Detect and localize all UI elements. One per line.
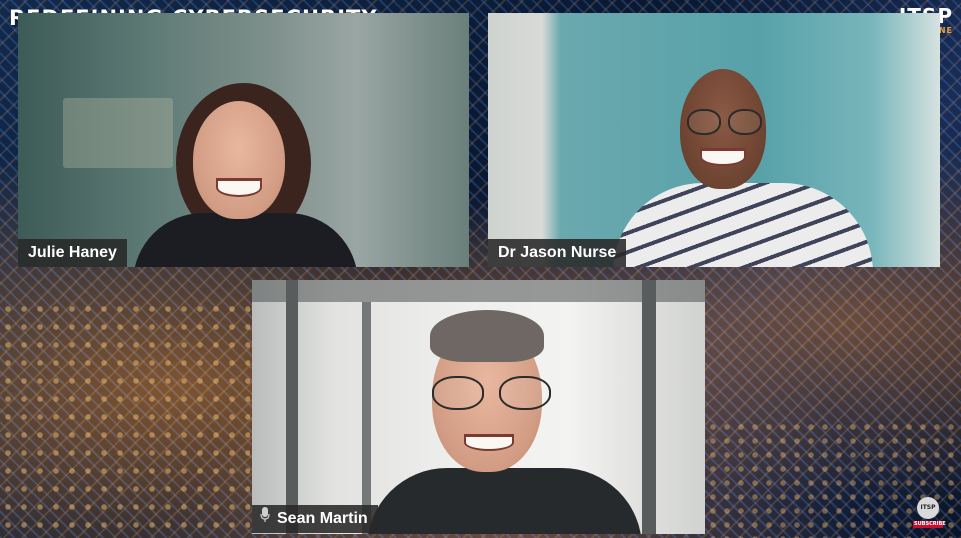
window-frame [642, 280, 656, 534]
window-frame [362, 302, 371, 534]
subscribe-logo: ITSP [917, 497, 939, 519]
participant-body [133, 213, 358, 267]
participant-smile [216, 178, 262, 197]
participant-body [613, 183, 873, 267]
video-feed [488, 13, 940, 267]
subscribe-label: SUBSCRIBE [913, 521, 946, 528]
participant-smile [464, 434, 514, 451]
subscribe-badge[interactable]: ITSP SUBSCRIBE [913, 497, 946, 528]
video-tile-julie-haney[interactable] [18, 13, 469, 267]
video-tile-sean-martin[interactable] [252, 280, 705, 534]
video-feed [18, 13, 469, 267]
participant-glasses-right [728, 109, 762, 135]
name-tag-jason-nurse: Dr Jason Nurse [488, 239, 627, 267]
video-tile-jason-nurse[interactable] [488, 13, 940, 267]
participant-body [367, 468, 642, 534]
window-frame [252, 280, 705, 302]
participant-glasses-left [432, 376, 484, 410]
background-shelf [63, 98, 173, 168]
circuit-dots-left [0, 300, 250, 538]
video-feed [252, 280, 705, 534]
name-tag-julie-haney: Julie Haney [18, 239, 127, 267]
microphone-icon [260, 505, 270, 533]
name-tag-label: Sean Martin [277, 510, 368, 528]
name-tag-sean-martin: Sean Martin [252, 505, 378, 533]
participant-face [193, 101, 285, 219]
window-frame [286, 280, 298, 534]
participant-smile [700, 148, 746, 166]
participant-hair [430, 310, 544, 362]
participant-glasses-right [499, 376, 551, 410]
participant-glasses-left [687, 109, 721, 135]
